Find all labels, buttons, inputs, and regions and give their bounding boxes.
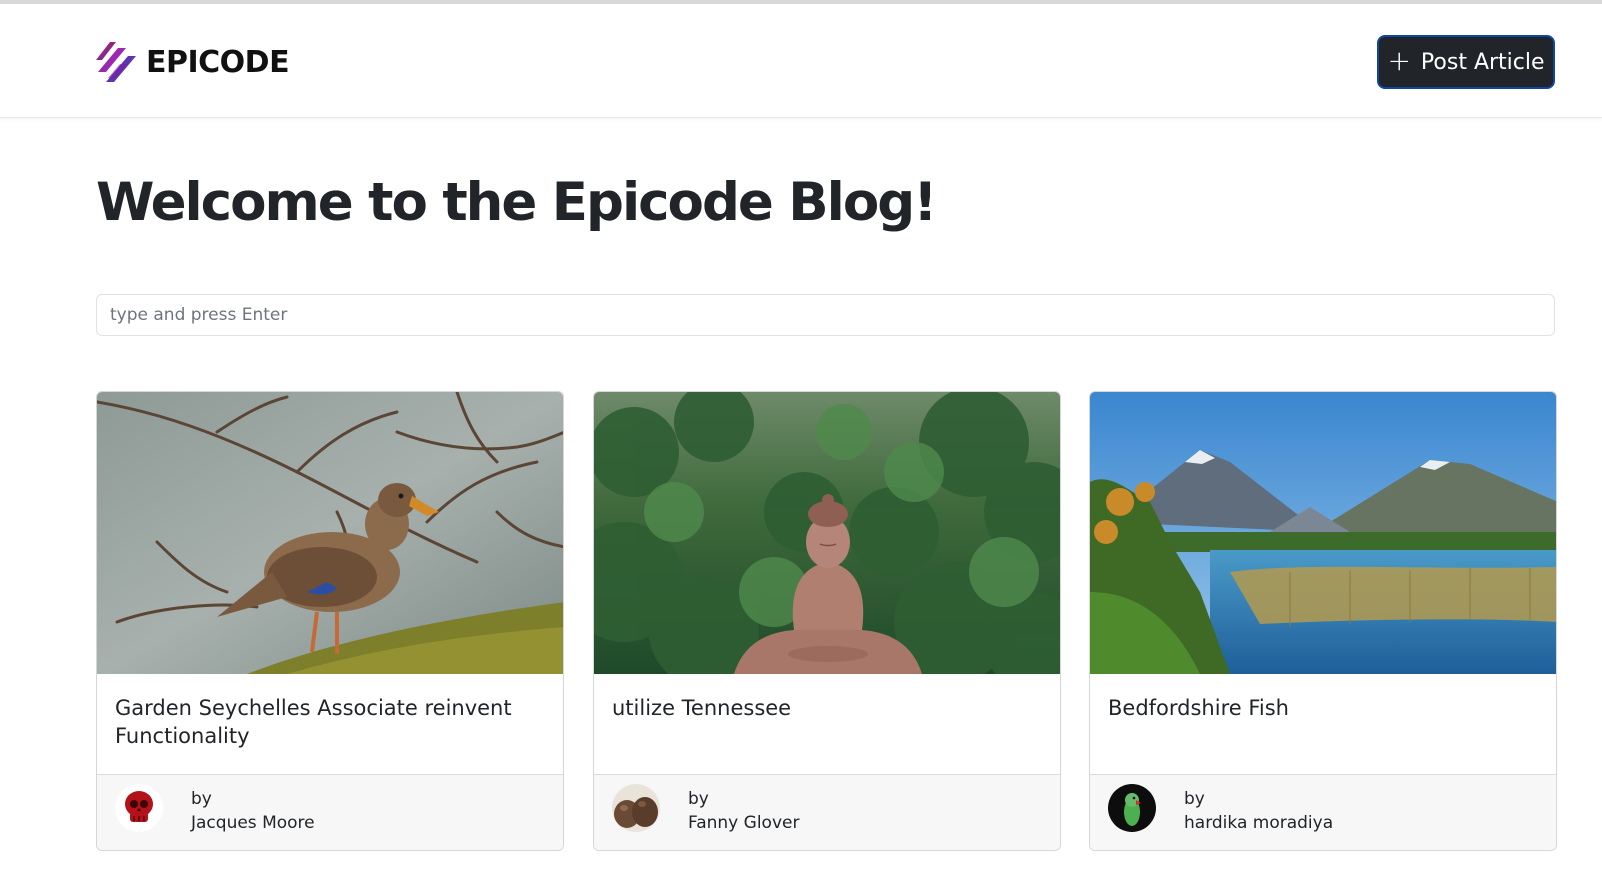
article-card[interactable]: utilize Tennessee by Fanny Glover <box>593 391 1061 851</box>
by-label: by <box>191 789 212 809</box>
post-article-label: Post Article <box>1420 49 1545 75</box>
brand-logo[interactable]: EPICODE <box>96 38 290 86</box>
article-image[interactable] <box>1090 392 1556 674</box>
article-footer: by Fanny Glover <box>594 774 1060 850</box>
author-name: hardika moradiya <box>1184 813 1334 833</box>
green-parrot-avatar <box>1108 784 1156 832</box>
author-name: Jacques Moore <box>191 813 315 833</box>
post-article-button[interactable]: + Post Article <box>1377 35 1555 89</box>
by-label: by <box>1184 789 1205 809</box>
article-card[interactable]: Garden Seychelles Associate reinvent Fun… <box>96 391 564 851</box>
author-name: Fanny Glover <box>688 813 800 833</box>
page-title: Welcome to the Epicode Blog! <box>96 172 937 233</box>
by-label: by <box>688 789 709 809</box>
brand-name: EPICODE <box>146 44 290 80</box>
plus-icon: + <box>1387 43 1411 77</box>
search-input[interactable] <box>96 294 1555 336</box>
epicode-logo-icon <box>96 38 138 86</box>
article-image[interactable] <box>97 392 563 674</box>
article-title[interactable]: Bedfordshire Fish <box>1108 694 1538 722</box>
buddha-photo <box>594 392 1060 674</box>
duck-photo <box>97 392 563 674</box>
article-title[interactable]: utilize Tennessee <box>612 694 1042 722</box>
article-title[interactable]: Garden Seychelles Associate reinvent Fun… <box>115 694 545 750</box>
brown-stones-avatar <box>612 784 660 832</box>
mountain-lake-photo <box>1090 392 1556 674</box>
article-image[interactable] <box>594 392 1060 674</box>
article-card[interactable]: Bedfordshire Fish by hardika moradiya <box>1089 391 1557 851</box>
red-skull-avatar <box>115 784 163 832</box>
article-footer: by Jacques Moore <box>97 774 563 850</box>
navbar: EPICODE + Post Article <box>0 4 1602 118</box>
article-footer: by hardika moradiya <box>1090 774 1556 850</box>
